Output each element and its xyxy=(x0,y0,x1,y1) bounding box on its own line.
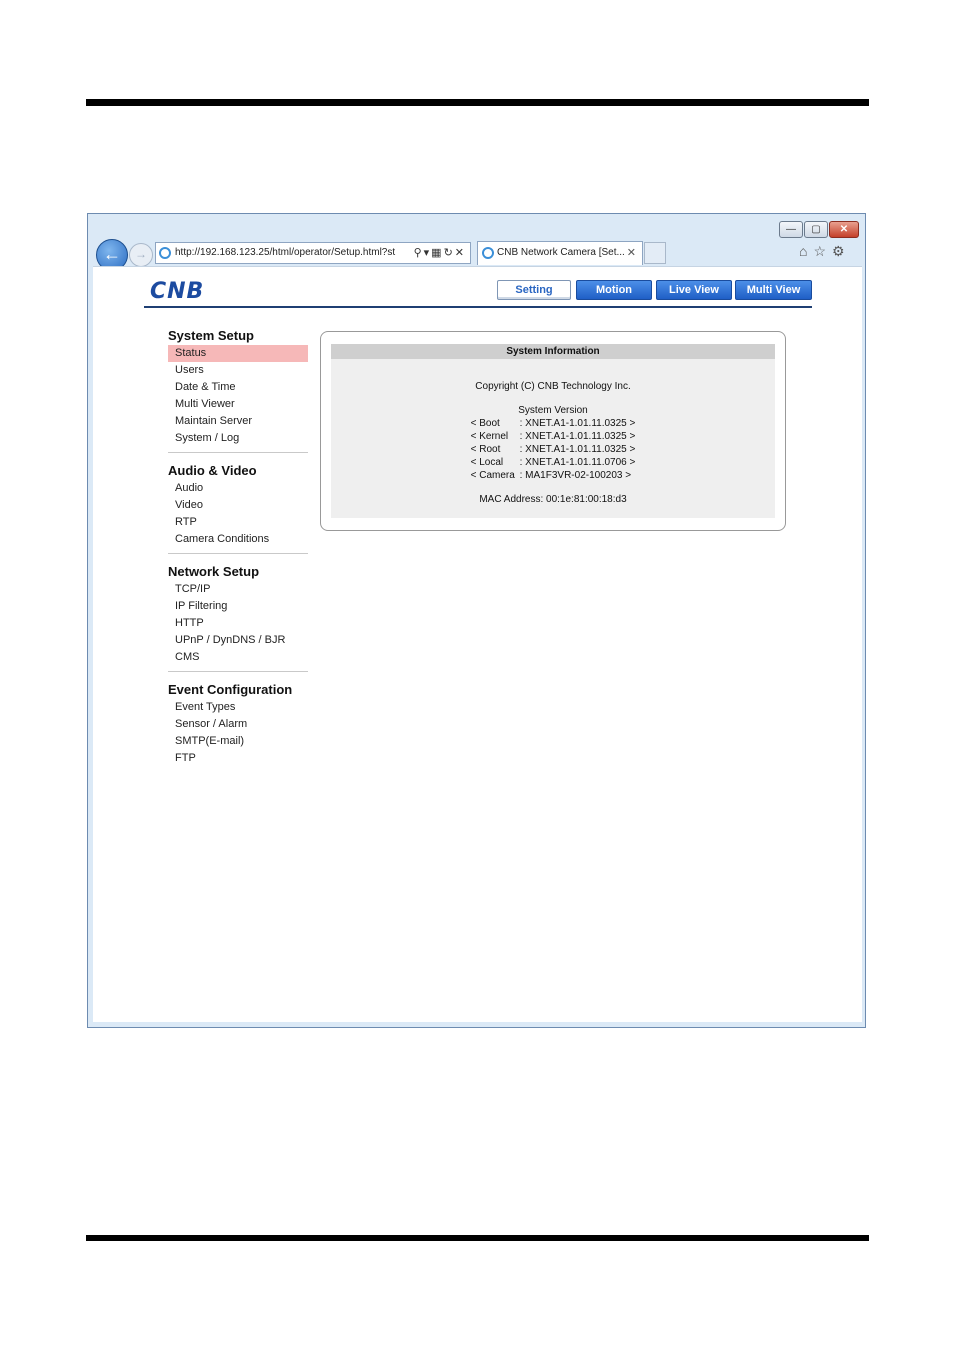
sidebar-item-users[interactable]: Users xyxy=(168,362,308,379)
nav-motion-button[interactable]: Motion xyxy=(576,280,652,300)
address-tools: ⚲▾▦↻✕ xyxy=(414,243,466,263)
sidebar-item-camera-conditions[interactable]: Camera Conditions xyxy=(168,531,308,548)
version-value: : XNET.A1-1.01.11.0706 > xyxy=(519,457,636,468)
sidebar-item-smtp-email[interactable]: SMTP(E-mail) xyxy=(168,733,308,750)
version-key: < Camera xyxy=(470,470,515,481)
version-row: < Local : XNET.A1-1.01.11.0706 > xyxy=(471,456,636,469)
system-version-title: System Version xyxy=(518,405,588,416)
sidebar-item-multi-viewer[interactable]: Multi Viewer xyxy=(168,396,308,413)
version-row: < Boot : XNET.A1-1.01.11.0325 > xyxy=(471,417,636,430)
sidebar-item-date-time[interactable]: Date & Time xyxy=(168,379,308,396)
compat-view-icon[interactable]: ▦ xyxy=(431,247,443,259)
nav-multi-view-button[interactable]: Multi View xyxy=(735,280,812,300)
sidebar-item-http[interactable]: HTTP xyxy=(168,615,308,632)
sidebar-item-rtp[interactable]: RTP xyxy=(168,514,308,531)
system-information-body: System Information Copyright (C) CNB Tec… xyxy=(331,344,775,518)
version-key: < Local xyxy=(470,457,504,468)
nav-setting-button[interactable]: Setting xyxy=(497,280,571,300)
panel-title: System Information xyxy=(331,344,775,359)
restore-button[interactable]: ▢ xyxy=(804,221,828,238)
nav-live-view-button[interactable]: Live View xyxy=(656,280,732,300)
sidebar-item-upnp-dyndns-bjr[interactable]: UPnP / DynDNS / BJR xyxy=(168,632,308,649)
sidebar-item-tcp-ip[interactable]: TCP/IP xyxy=(168,581,308,598)
sidebar-item-ftp[interactable]: FTP xyxy=(168,750,308,767)
copyright-text: Copyright (C) CNB Technology Inc. xyxy=(475,381,631,392)
sidebar-item-sensor-alarm[interactable]: Sensor / Alarm xyxy=(168,716,308,733)
home-icon[interactable]: ⌂ xyxy=(799,243,813,259)
section-divider xyxy=(168,553,308,554)
browser-window: — ▢ ✕ ← → http://192.168.123.25/html/ope… xyxy=(87,213,866,1028)
sidebar-item-maintain-server[interactable]: Maintain Server xyxy=(168,413,308,430)
section-title: Audio & Video xyxy=(168,463,257,478)
version-value: : XNET.A1-1.01.11.0325 > xyxy=(519,431,636,442)
version-table: < Boot : XNET.A1-1.01.11.0325 > < Kernel:… xyxy=(471,417,636,482)
refresh-icon[interactable]: ↻ xyxy=(444,247,455,259)
forward-arrow-icon[interactable]: → xyxy=(129,243,153,267)
sidebar-item-system-log[interactable]: System / Log xyxy=(168,430,308,447)
tab-title: CNB Network Camera [Set... xyxy=(497,247,625,258)
document-bottom-rule xyxy=(86,1235,869,1241)
ie-page-icon xyxy=(159,247,171,259)
settings-gear-icon[interactable]: ⚙ xyxy=(832,243,851,259)
version-row: < Root : XNET.A1-1.01.11.0325 > xyxy=(471,443,636,456)
address-url: http://192.168.123.25/html/operator/Setu… xyxy=(175,247,396,258)
version-value: : XNET.A1-1.01.11.0325 > xyxy=(519,418,636,429)
version-row: < Kernel : XNET.A1-1.01.11.0325 > xyxy=(471,430,636,443)
sidebar-section-event-configuration: Event Configuration Event Types Sensor /… xyxy=(168,681,308,767)
sidebar-item-video[interactable]: Video xyxy=(168,497,308,514)
version-row: < Camera : MA1F3VR-02-100203 > xyxy=(471,469,636,482)
sidebar-section-network-setup: Network Setup TCP/IP IP Filtering HTTP U… xyxy=(168,563,308,672)
search-icon[interactable]: ⚲ xyxy=(414,247,424,259)
mac-address: MAC Address: 00:1e:81:00:18:d3 xyxy=(479,494,627,505)
settings-sidebar: System Setup Status Users Date & Time Mu… xyxy=(168,327,308,776)
new-tab-button[interactable] xyxy=(644,242,666,264)
ie-tab-icon xyxy=(482,247,494,259)
version-key: < Boot xyxy=(470,418,500,429)
document-top-rule xyxy=(86,99,869,106)
version-value: : MA1F3VR-02-100203 > xyxy=(519,470,632,481)
browser-tab[interactable]: CNB Network Camera [Set... ✕ xyxy=(477,241,643,265)
section-title: System Setup xyxy=(168,328,254,343)
section-divider xyxy=(168,452,308,453)
sidebar-item-event-types[interactable]: Event Types xyxy=(168,699,308,716)
section-divider xyxy=(168,671,308,672)
sidebar-item-audio[interactable]: Audio xyxy=(168,480,308,497)
stop-icon[interactable]: ✕ xyxy=(455,247,466,259)
minimize-button[interactable]: — xyxy=(779,221,803,238)
tab-close-icon[interactable]: ✕ xyxy=(627,242,636,264)
version-value: : XNET.A1-1.01.11.0325 > xyxy=(519,444,636,455)
favorites-star-icon[interactable]: ☆ xyxy=(813,243,832,259)
sidebar-item-ip-filtering[interactable]: IP Filtering xyxy=(168,598,308,615)
sidebar-item-status[interactable]: Status xyxy=(168,345,308,362)
version-key: < Kernel xyxy=(470,431,509,442)
close-button[interactable]: ✕ xyxy=(829,221,859,238)
header-divider xyxy=(144,306,812,308)
web-page: CNB Setting Motion Live View Multi View … xyxy=(93,266,862,1022)
section-title: Event Configuration xyxy=(168,682,293,697)
system-information-panel: System Information Copyright (C) CNB Tec… xyxy=(320,331,786,531)
sidebar-section-audio-video: Audio & Video Audio Video RTP Camera Con… xyxy=(168,462,308,554)
browser-toolbar-icons: ⌂☆⚙ xyxy=(799,243,851,260)
sidebar-section-system-setup: System Setup Status Users Date & Time Mu… xyxy=(168,327,308,453)
section-title: Network Setup xyxy=(168,564,260,579)
sidebar-item-cms[interactable]: CMS xyxy=(168,649,308,666)
version-key: < Root xyxy=(470,444,501,455)
cnb-logo: CNB xyxy=(150,279,205,304)
address-bar[interactable]: http://192.168.123.25/html/operator/Setu… xyxy=(155,242,471,264)
